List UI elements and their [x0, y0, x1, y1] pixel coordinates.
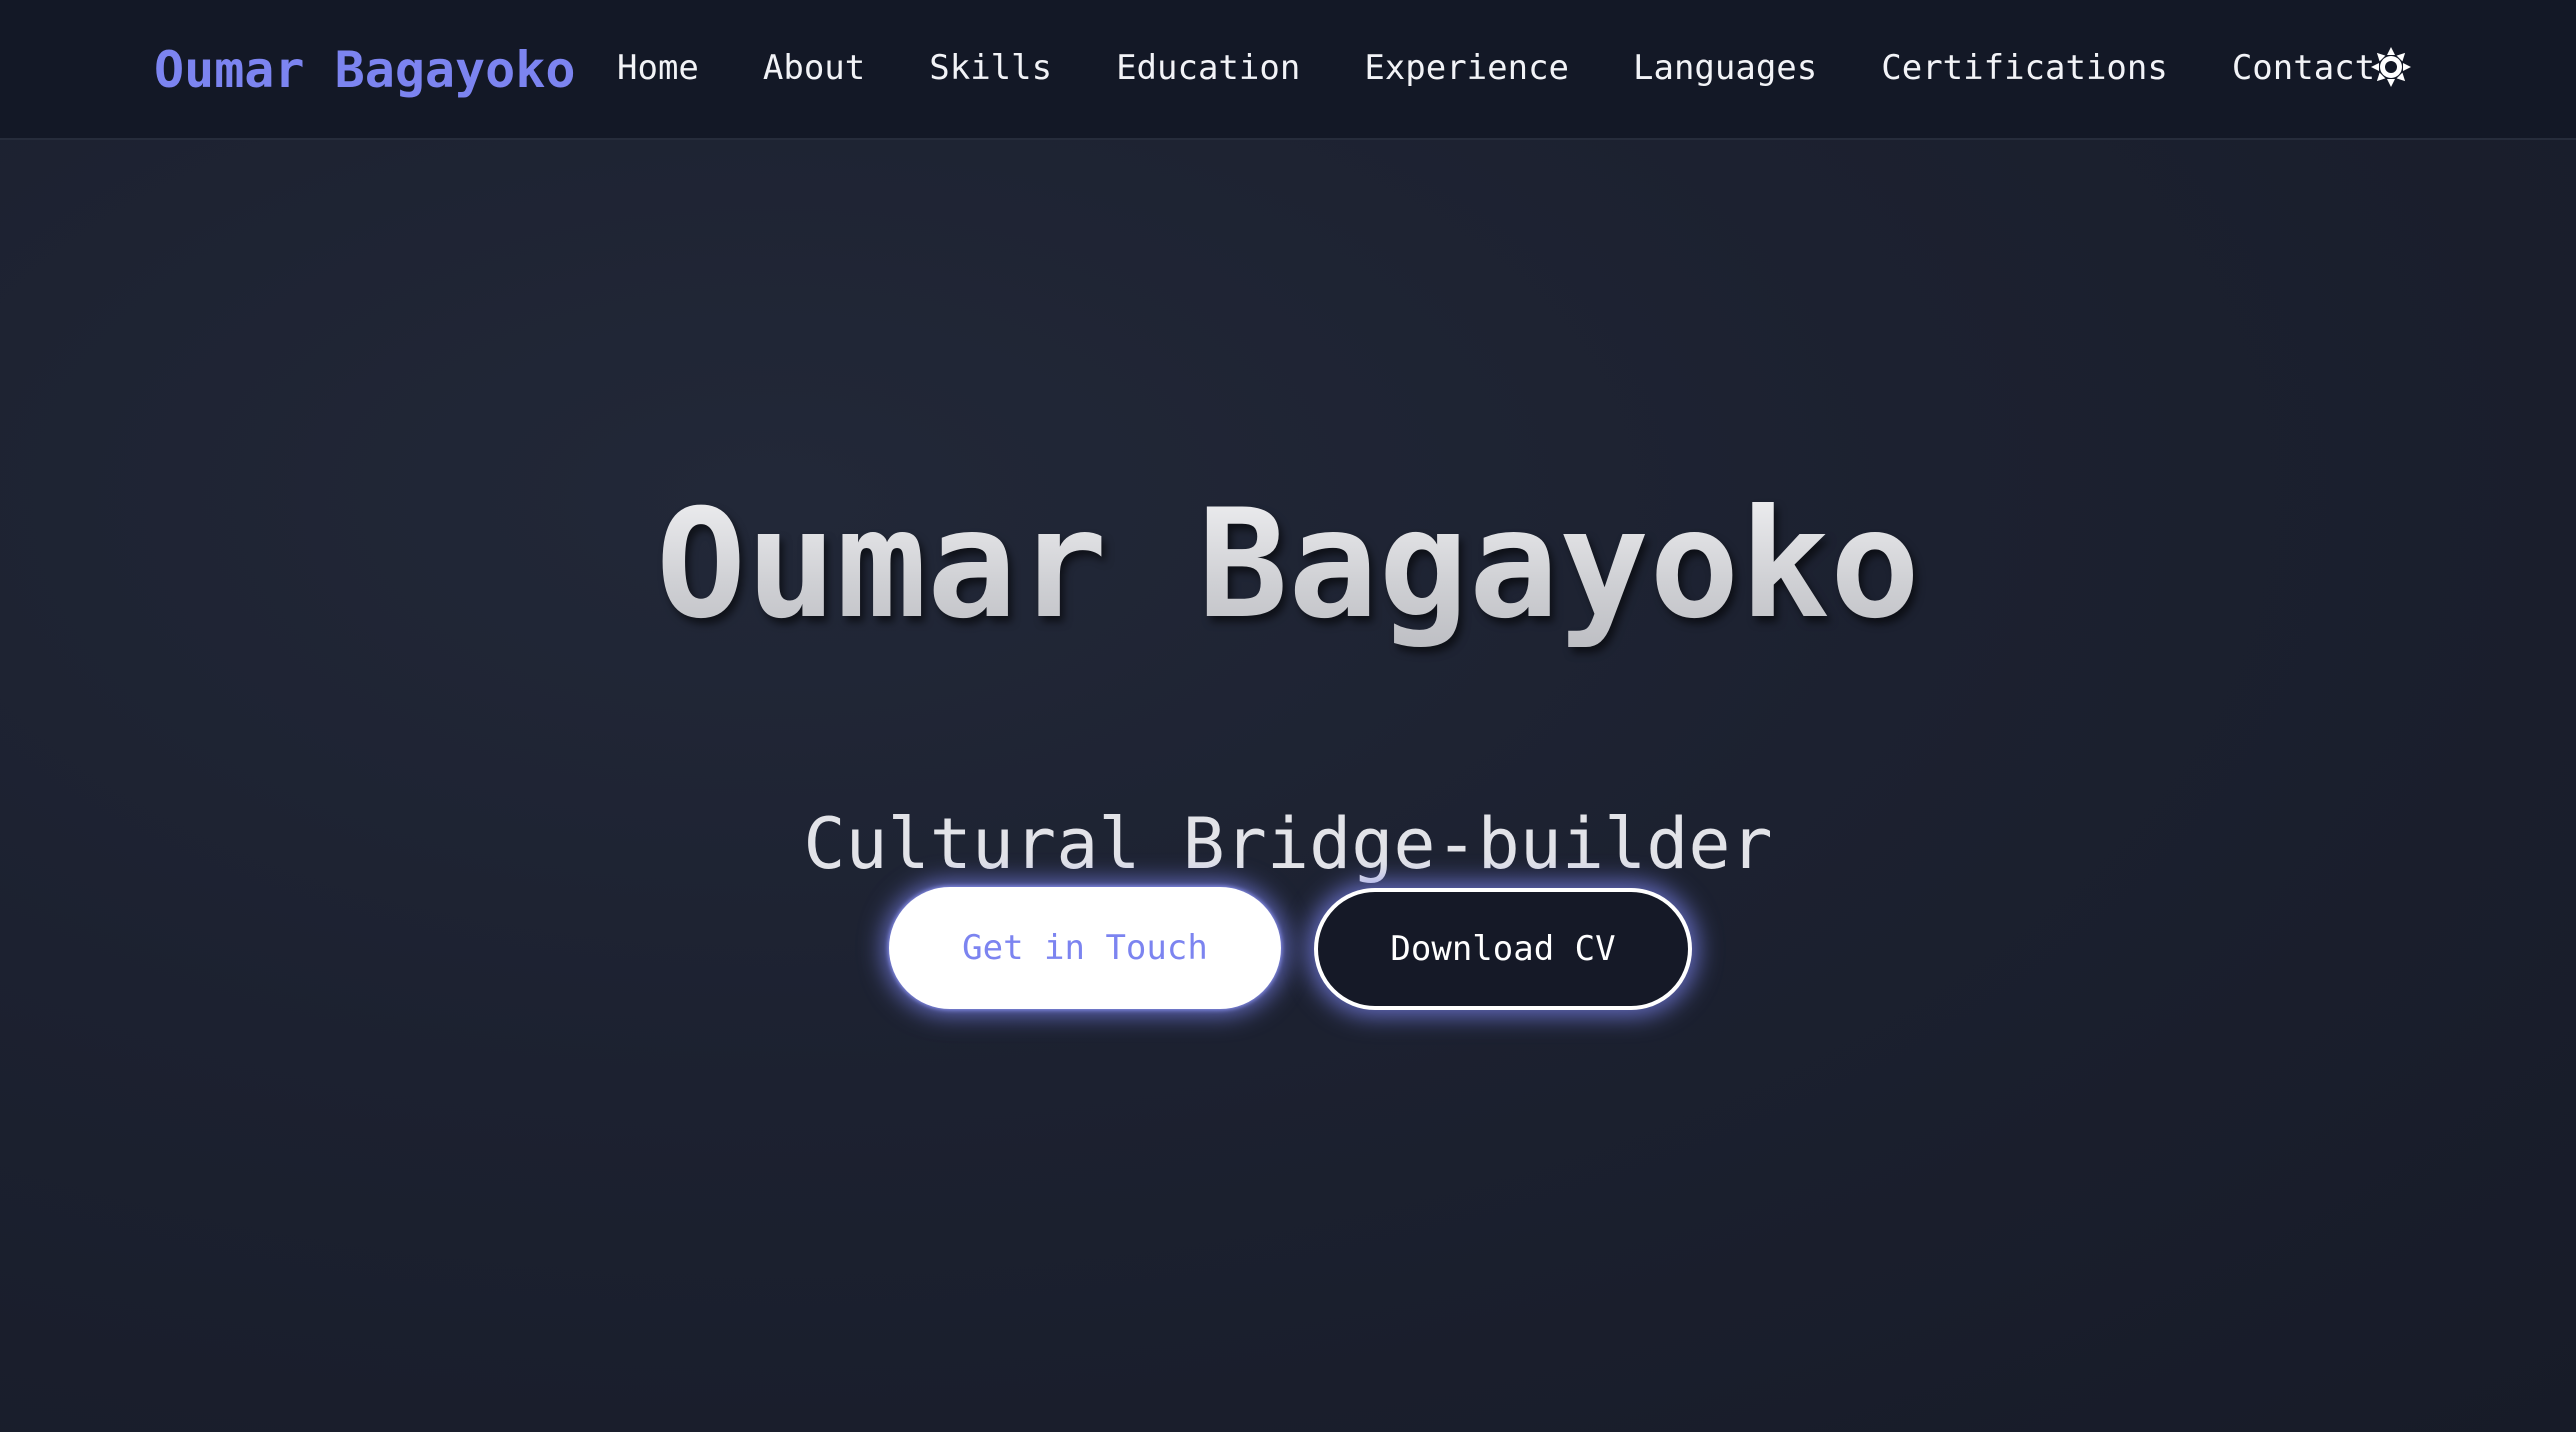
nav-link-home[interactable]: Home	[617, 46, 699, 90]
nav-links: Home About Skills Education Experience L…	[617, 46, 2375, 90]
hero-subtitle: Cultural Bridge-builder	[803, 803, 1773, 885]
nav-link-contact[interactable]: Contact	[2232, 46, 2375, 90]
nav-link-skills[interactable]: Skills	[929, 46, 1052, 90]
page: Oumar Bagayoko Home About Skills Educati…	[0, 0, 2576, 1432]
nav-link-about[interactable]: About	[763, 46, 865, 90]
nav-link-experience[interactable]: Experience	[1364, 46, 1569, 90]
theme-toggle-button[interactable]	[2368, 44, 2414, 90]
hero-title: Oumar Bagayoko	[0, 480, 2576, 650]
hero-section: Oumar Bagayoko Cultural Bridge-builder	[0, 140, 2576, 1432]
nav-link-languages[interactable]: Languages	[1633, 46, 1817, 90]
get-in-touch-button[interactable]: Get in Touch	[889, 887, 1281, 1009]
brand-logo[interactable]: Oumar Bagayoko	[154, 38, 575, 102]
nav-link-certifications[interactable]: Certifications	[1881, 46, 2168, 90]
nav-link-education[interactable]: Education	[1116, 46, 1300, 90]
navbar: Oumar Bagayoko Home About Skills Educati…	[0, 0, 2576, 140]
sun-icon	[2371, 47, 2411, 87]
download-cv-button[interactable]: Download CV	[1314, 888, 1692, 1010]
